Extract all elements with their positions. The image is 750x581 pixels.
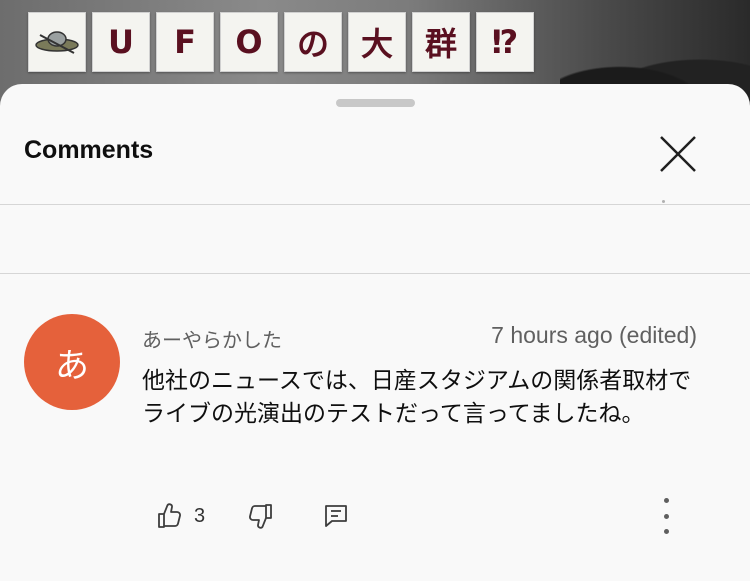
title-tile-gun: 群 [412, 12, 470, 72]
comments-sheet: Comments あ あーやらかした 7 hours ago (edited) … [0, 84, 750, 581]
comment-author[interactable]: あーやらかした [142, 324, 282, 353]
comment-text: 他社のニュースでは、日産スタジアムの関係者取材でライブの光演出のテストだって言っ… [142, 368, 692, 427]
avatar-letter: あ [55, 345, 89, 386]
divider [0, 204, 750, 205]
dislike-button[interactable] [246, 502, 274, 530]
more-vert-icon[interactable] [658, 498, 674, 534]
title-tile-dai: 大 [348, 12, 406, 72]
like-count: 3 [194, 504, 206, 527]
comment-timestamp: 7 hours ago (edited) [491, 322, 697, 348]
divider [0, 273, 750, 274]
close-button[interactable] [654, 132, 702, 176]
video-title-tiles: U F O の 大 群 ⁉ [28, 12, 534, 72]
dot [663, 498, 669, 503]
reply-icon [325, 505, 347, 527]
dot [663, 529, 669, 534]
ufo-icon [28, 12, 86, 72]
close-icon [660, 136, 696, 172]
comment-actions: 3 [0, 498, 750, 538]
sheet-title: Comments [24, 136, 154, 164]
scroll-mark [662, 200, 665, 203]
drag-handle[interactable] [336, 99, 415, 107]
title-tile-u: U [92, 12, 150, 72]
title-tile-o: O [220, 12, 278, 72]
title-tile-f: F [156, 12, 214, 72]
title-tile-exclaim: ⁉ [476, 12, 534, 72]
title-tile-no: の [284, 12, 342, 72]
avatar[interactable]: あ [24, 314, 120, 410]
dot [663, 513, 669, 519]
reply-button[interactable] [322, 502, 350, 530]
like-button[interactable]: 3 [156, 502, 205, 530]
thumbs-down-icon [249, 504, 272, 529]
thumbs-up-icon [158, 503, 181, 528]
